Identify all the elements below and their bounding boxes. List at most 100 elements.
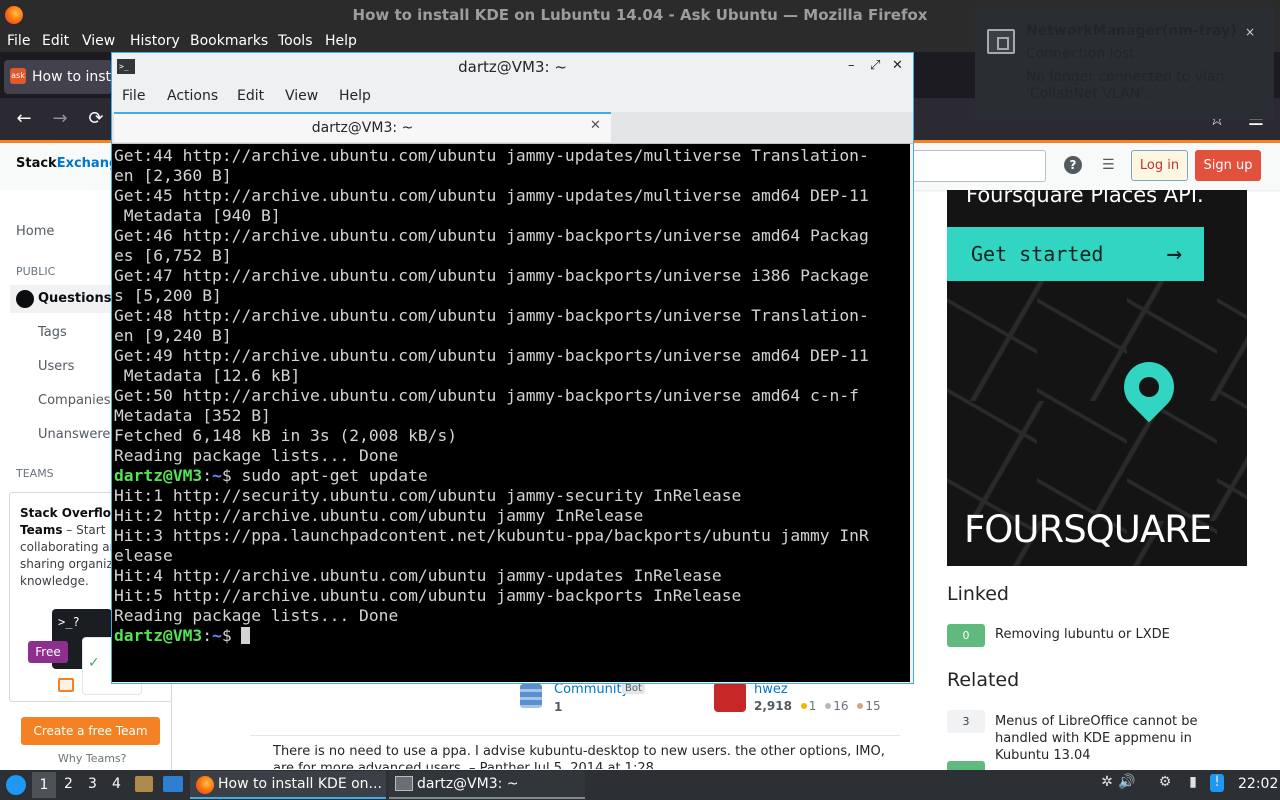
related-vote-badge: 3 <box>947 710 985 733</box>
taskbar-terminal-label: dartz@VM3: ~ <box>417 776 519 792</box>
bronze-badge-icon <box>857 703 864 709</box>
ff-menu-edit[interactable]: Edit <box>42 33 69 49</box>
sidebar-item-unanswered[interactable]: Unanswered <box>38 427 119 442</box>
terminal-app-icon[interactable]: >_ <box>117 59 135 74</box>
notification-title: NetworkManager(nm-tray) <box>1026 23 1237 39</box>
silver-badge-icon <box>825 703 832 709</box>
terminal-line: Hit:4 http://archive.ubuntu.com/ubuntu j… <box>114 566 722 585</box>
community-reputation: 1 <box>554 700 563 714</box>
prompt-user: dartz@VM3 <box>114 626 203 645</box>
login-button[interactable]: Log in <box>1131 150 1188 181</box>
terminal-tab[interactable]: dartz@VM3: ~ <box>114 112 611 142</box>
gold-count: 1 <box>808 699 817 713</box>
minimize-icon[interactable]: – <box>848 58 855 73</box>
ff-menu-bookmarks[interactable]: Bookmarks <box>190 33 268 49</box>
map-pin-hole <box>1139 377 1159 397</box>
show-desktop-icon[interactable] <box>163 776 183 792</box>
terminal-output[interactable]: Get:44 http://archive.ubuntu.com/ubuntu … <box>112 144 910 682</box>
sidebar-item-companies[interactable]: Companies <box>38 393 111 408</box>
sidebar-item-home[interactable]: Home <box>16 224 54 239</box>
silver-count: 16 <box>833 699 849 713</box>
bluetooth-icon[interactable]: ✲ <box>1098 774 1116 792</box>
clipboard-icon[interactable]: ▮ <box>1184 774 1202 792</box>
ad-button-label: Get started <box>971 242 1104 266</box>
bot-badge: Bot <box>622 683 645 694</box>
comment-text: There is no need to use a ppa. I advise … <box>273 744 885 769</box>
ff-menu-file[interactable]: File <box>7 33 30 49</box>
text-cursor <box>241 627 251 644</box>
bronze-count: 15 <box>865 699 881 713</box>
reload-icon[interactable]: ⟳ <box>84 107 108 131</box>
site-switcher-icon[interactable]: ☰ <box>1102 157 1120 173</box>
desktop-1-button[interactable]: 1 <box>32 772 56 798</box>
related-question-link[interactable]: Menus of LibreOffice cannot be handled w… <box>995 713 1235 764</box>
askubuntu-favicon-icon: ask <box>10 68 26 84</box>
volume-icon[interactable]: 🔊 <box>1118 774 1136 792</box>
ad-get-started-button[interactable]: Get started → <box>947 227 1204 281</box>
terminal-title[interactable]: dartz@VM3: ~ <box>112 53 913 81</box>
help-icon[interactable]: ? <box>1064 156 1082 174</box>
firefox-logo-icon <box>5 6 23 24</box>
community-avatar[interactable] <box>520 684 542 708</box>
network-wired-icon <box>987 29 1015 54</box>
hwez-rep-score: 2,918 <box>754 699 792 713</box>
desktop-2-button[interactable]: 2 <box>64 776 73 792</box>
back-icon[interactable]: ← <box>12 107 36 131</box>
terminal-command: sudo apt-get update <box>241 466 428 485</box>
desktop-4-button[interactable]: 4 <box>112 776 121 792</box>
terminal-line: Get:50 http://archive.ubuntu.com/ubuntu … <box>114 386 859 405</box>
hwez-avatar[interactable] <box>714 682 746 712</box>
ff-menu-tools[interactable]: Tools <box>278 33 313 49</box>
hwez-user-link[interactable]: hwez <box>754 682 788 697</box>
why-teams-link[interactable]: Why Teams? <box>58 752 127 765</box>
desktop-3-button[interactable]: 3 <box>88 776 97 792</box>
community-user-link[interactable]: Community <box>554 682 629 697</box>
globe-icon <box>16 290 34 308</box>
ff-menu-view[interactable]: View <box>82 33 115 49</box>
file-manager-icon[interactable] <box>135 776 153 792</box>
updates-icon[interactable]: ! <box>1210 774 1224 792</box>
prompt-sep: : <box>202 466 213 485</box>
term-menu-view[interactable]: View <box>285 88 318 104</box>
site-search-input[interactable] <box>910 150 1046 182</box>
linked-question-link[interactable]: Removing lubuntu or LXDE <box>995 627 1170 642</box>
sidebar-item-users[interactable]: Users <box>38 359 74 374</box>
term-menu-actions[interactable]: Actions <box>167 88 218 104</box>
terminal-output-block-1: Get:44 http://archive.ubuntu.com/ubuntu … <box>114 146 910 466</box>
related-heading: Related <box>947 669 1020 691</box>
notification-subtitle: Connection lost <box>1026 46 1135 62</box>
create-team-button[interactable]: Create a free Team <box>21 717 160 745</box>
terminal-output-block-2: Hit:1 http://security.ubuntu.com/ubuntu … <box>114 486 910 626</box>
ff-menu-help[interactable]: Help <box>325 33 357 49</box>
terminal-line: Reading package lists... Done <box>114 446 399 465</box>
forward-icon[interactable]: → <box>48 107 72 131</box>
start-menu-icon[interactable] <box>6 775 26 795</box>
chat-icon <box>58 678 74 692</box>
terminal-line: Hit:5 http://archive.ubuntu.com/ubuntu j… <box>114 586 742 605</box>
notification-close-icon[interactable]: × <box>1242 24 1258 40</box>
taskbar-firefox-label: How to install KDE on... <box>218 776 382 792</box>
ff-menu-history[interactable]: History <box>130 33 180 49</box>
clock[interactable]: 22:02 <box>1238 776 1278 792</box>
network-icon[interactable]: ⚙ <box>1156 774 1174 792</box>
terminal-line: Get:47 http://archive.ubuntu.com/ubuntu … <box>114 266 869 285</box>
prompt-path: ~ <box>212 626 222 645</box>
terminal-prompt-line-current[interactable]: dartz@VM3:~$ <box>114 626 910 646</box>
prompt-sep: : <box>202 626 213 645</box>
tab-close-icon[interactable]: ✕ <box>590 118 601 133</box>
terminal-line: Hit:1 http://security.ubuntu.com/ubuntu … <box>114 486 742 505</box>
ad-headline: Foursquare Places API. <box>966 183 1204 207</box>
prompt-path: ~ <box>212 466 222 485</box>
term-menu-help[interactable]: Help <box>339 88 371 104</box>
terminal-line: Metadata [12.6 kB] <box>114 366 301 385</box>
terminal-prompt-line: dartz@VM3:~$ sudo apt-get update <box>114 466 910 486</box>
signup-button[interactable]: Sign up <box>1195 150 1261 181</box>
maximize-icon[interactable]: ⤢ <box>870 58 880 73</box>
sidebar-item-tags[interactable]: Tags <box>38 325 67 340</box>
linked-heading: Linked <box>947 583 1009 605</box>
close-icon[interactable]: ✕ <box>892 58 903 73</box>
term-menu-edit[interactable]: Edit <box>237 88 264 104</box>
terminal-icon <box>395 776 413 791</box>
terminal-line: en [2,360 B] <box>114 166 232 185</box>
term-menu-file[interactable]: File <box>122 88 145 104</box>
